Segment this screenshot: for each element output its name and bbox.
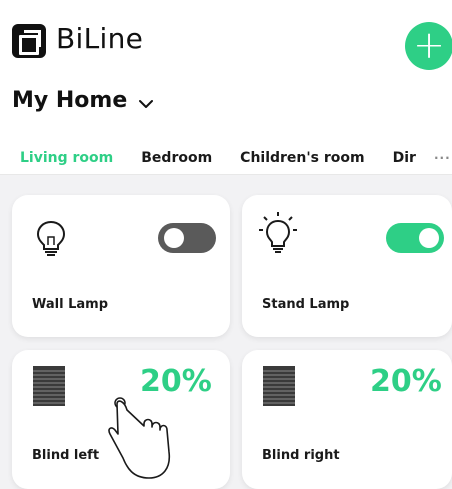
toggle-knob (164, 228, 184, 248)
tab-childrens-room[interactable]: Children's room (240, 150, 364, 166)
device-card-stand-lamp[interactable]: Stand Lamp (242, 195, 452, 337)
blind-icon (33, 366, 65, 406)
room-tabs: Living room Bedroom Children's room Dir … (20, 150, 452, 178)
wall-lamp-toggle[interactable] (158, 223, 216, 253)
device-name: Blind right (262, 448, 340, 463)
stand-lamp-toggle[interactable] (386, 223, 444, 253)
add-device-button[interactable]: + (405, 22, 452, 70)
device-card-wall-lamp[interactable]: Wall Lamp (12, 195, 230, 337)
app-header: BiLine + My Home Living room Bedroom Chi… (0, 0, 452, 178)
device-name: Blind left (32, 448, 100, 463)
blind-icon (263, 366, 295, 406)
device-card-blind-right[interactable]: 20% Blind right (242, 350, 452, 489)
chevron-down-icon (139, 99, 154, 108)
home-selector[interactable]: My Home (12, 88, 154, 113)
device-name: Wall Lamp (32, 297, 108, 312)
tab-dining-truncated[interactable]: Dir (393, 150, 416, 166)
blind-level: 20% (370, 364, 442, 399)
toggle-knob (419, 228, 439, 248)
bulb-lit-icon (259, 212, 297, 253)
bulb-icon (36, 220, 66, 256)
more-tabs-icon[interactable]: ··· (434, 151, 451, 165)
device-name: Stand Lamp (262, 297, 350, 312)
tab-living-room[interactable]: Living room (20, 150, 114, 178)
app-name: BiLine (56, 22, 144, 55)
tap-hand-cursor-icon (108, 397, 171, 479)
home-title: My Home (12, 88, 128, 113)
biline-logo-icon (12, 24, 46, 58)
tab-bedroom[interactable]: Bedroom (141, 150, 212, 166)
